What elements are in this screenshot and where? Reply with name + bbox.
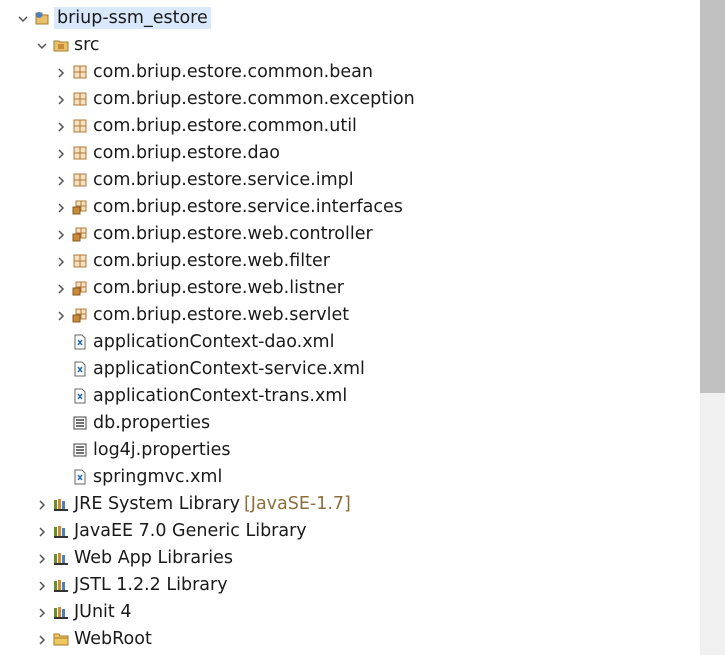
library-icon	[54, 553, 68, 565]
clipped-row-above	[0, 0, 200, 4]
library-label: JSTL 1.2.2 Library	[74, 575, 228, 595]
chevron-right-icon[interactable]	[36, 634, 48, 646]
library-icon	[54, 499, 68, 511]
package-explorer-tree: briup-ssm_estore src com.briup.estore.co…	[0, 0, 700, 655]
file-label: log4j.properties	[93, 440, 231, 460]
package-label: com.briup.estore.web.servlet	[93, 305, 350, 325]
library-label: JRE System Library [JavaSE-1.7]	[74, 493, 351, 515]
chevron-down-icon[interactable]	[36, 40, 48, 52]
chevron-right-icon[interactable]	[55, 67, 67, 79]
package-label: com.briup.estore.web.filter	[93, 251, 330, 271]
package-java-icon	[72, 281, 87, 296]
tree-row-package[interactable]: com.briup.estore.common.util	[0, 113, 700, 140]
chevron-right-icon[interactable]	[36, 526, 48, 538]
tree-row-package[interactable]: com.briup.estore.web.servlet	[0, 302, 700, 329]
tree-row-library[interactable]: JSTL 1.2.2 Library	[0, 572, 700, 599]
file-label: applicationContext-dao.xml	[93, 332, 335, 352]
tree-row-library[interactable]: JRE System Library [JavaSE-1.7]	[0, 491, 700, 518]
folder-label: WebRoot	[74, 629, 152, 649]
tree-row-package[interactable]: com.briup.estore.common.bean	[0, 59, 700, 86]
tree-row-package[interactable]: com.briup.estore.common.exception	[0, 86, 700, 113]
chevron-right-icon[interactable]	[36, 607, 48, 619]
tree-row-folder[interactable]: WebRoot	[0, 626, 700, 653]
package-java-icon	[72, 227, 87, 242]
source-folder-icon	[53, 40, 69, 52]
tree-row-package[interactable]: com.briup.estore.dao	[0, 140, 700, 167]
src-label: src	[74, 35, 100, 55]
library-label: Web App Libraries	[74, 548, 234, 568]
tree-row-file[interactable]: db.properties	[0, 410, 700, 437]
xml-file-icon	[74, 334, 86, 350]
tree-row-package[interactable]: com.briup.estore.web.filter	[0, 248, 700, 275]
library-icon	[54, 607, 68, 619]
tree-row-file[interactable]: log4j.properties	[0, 437, 700, 464]
library-name: JRE System Library	[74, 494, 240, 514]
file-label: springmvc.xml	[93, 467, 223, 487]
chevron-right-icon[interactable]	[55, 94, 67, 106]
package-label: com.briup.estore.web.listner	[93, 278, 344, 298]
library-label: JUnit 4	[74, 602, 132, 622]
tree-row-file[interactable]: applicationContext-dao.xml	[0, 329, 700, 356]
library-label: JavaEE 7.0 Generic Library	[74, 521, 307, 541]
tree-row-package[interactable]: com.briup.estore.web.listner	[0, 275, 700, 302]
file-label: db.properties	[93, 413, 211, 433]
package-label: com.briup.estore.common.util	[93, 116, 357, 136]
tree-row-package[interactable]: com.briup.estore.service.impl	[0, 167, 700, 194]
library-decoration: [JavaSE-1.7]	[243, 494, 351, 514]
package-icon	[73, 254, 87, 268]
package-icon	[73, 65, 87, 79]
chevron-right-icon[interactable]	[55, 229, 67, 241]
chevron-right-icon[interactable]	[55, 175, 67, 187]
chevron-right-icon[interactable]	[55, 148, 67, 160]
project-icon	[35, 12, 49, 25]
file-label: applicationContext-trans.xml	[93, 386, 348, 406]
package-icon	[73, 173, 87, 187]
tree-row-package[interactable]: com.briup.estore.web.controller	[0, 221, 700, 248]
xml-file-icon	[74, 388, 86, 404]
chevron-right-icon[interactable]	[55, 283, 67, 295]
tree-row-project[interactable]: briup-ssm_estore	[0, 5, 700, 32]
package-icon	[73, 146, 87, 160]
package-label: com.briup.estore.common.bean	[93, 62, 373, 82]
package-label: com.briup.estore.web.controller	[93, 224, 373, 244]
chevron-right-icon[interactable]	[36, 553, 48, 565]
tree-row-file[interactable]: springmvc.xml	[0, 464, 700, 491]
tree-row-library[interactable]: JUnit 4	[0, 599, 700, 626]
chevron-right-icon[interactable]	[36, 499, 48, 511]
package-java-icon	[72, 308, 87, 323]
chevron-right-icon[interactable]	[55, 121, 67, 133]
package-label: com.briup.estore.service.interfaces	[93, 197, 403, 217]
package-label: com.briup.estore.service.impl	[93, 170, 354, 190]
chevron-right-icon[interactable]	[55, 202, 67, 214]
tree-row-package[interactable]: com.briup.estore.service.interfaces	[0, 194, 700, 221]
scrollbar-thumb[interactable]	[700, 0, 725, 393]
properties-file-icon	[73, 443, 87, 457]
properties-file-icon	[73, 416, 87, 430]
tree-row-library[interactable]: Web App Libraries	[0, 545, 700, 572]
chevron-right-icon[interactable]	[55, 256, 67, 268]
folder-icon	[53, 633, 69, 646]
tree-row-file[interactable]: applicationContext-service.xml	[0, 356, 700, 383]
package-label: com.briup.estore.dao	[93, 143, 280, 163]
chevron-down-icon[interactable]	[17, 13, 29, 25]
package-icon	[73, 119, 87, 133]
project-name: briup-ssm_estore	[54, 7, 211, 29]
tree-row-library[interactable]: JavaEE 7.0 Generic Library	[0, 518, 700, 545]
library-icon	[54, 580, 68, 592]
tree-row-file[interactable]: applicationContext-trans.xml	[0, 383, 700, 410]
library-icon	[54, 526, 68, 538]
chevron-right-icon[interactable]	[55, 310, 67, 322]
chevron-right-icon[interactable]	[36, 580, 48, 592]
package-icon	[73, 92, 87, 106]
package-label: com.briup.estore.common.exception	[93, 89, 415, 109]
package-java-icon	[72, 200, 87, 215]
tree-row-src[interactable]: src	[0, 32, 700, 59]
file-label: applicationContext-service.xml	[93, 359, 365, 379]
xml-file-icon	[74, 469, 86, 485]
vertical-scrollbar[interactable]	[700, 0, 725, 655]
xml-file-icon	[74, 361, 86, 377]
